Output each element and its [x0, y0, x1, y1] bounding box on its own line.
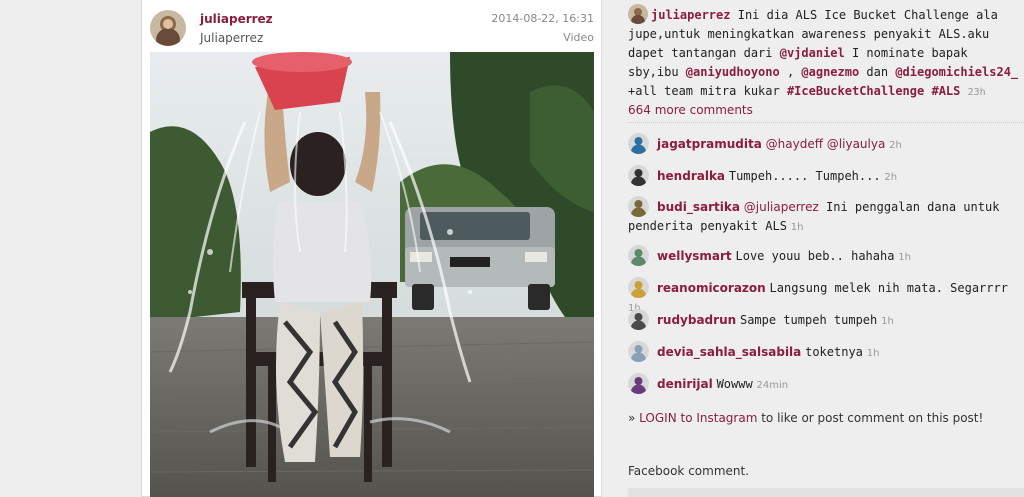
- avatar[interactable]: [628, 309, 649, 330]
- caption-time: 23h: [967, 87, 986, 98]
- mention-link[interactable]: @juliaperrez: [744, 200, 819, 214]
- post-video[interactable]: [150, 52, 594, 497]
- mention-link[interactable]: @diegomichiels24_: [895, 65, 1018, 79]
- avatar[interactable]: [628, 196, 649, 217]
- mention-link[interactable]: @haydeff @liyaulya: [766, 137, 886, 151]
- caption-text: +all team mitra kukar: [628, 84, 787, 98]
- divider: [628, 122, 1024, 123]
- comment-text: Wowww: [716, 377, 753, 391]
- comment-text: toketnya: [805, 345, 863, 359]
- facebook-comment-label: Facebook comment.: [628, 464, 750, 478]
- caption-text: ,: [779, 65, 802, 79]
- comment-time: 2h: [889, 140, 902, 151]
- post-username[interactable]: juliaperrez: [200, 12, 273, 26]
- login-prefix: »: [628, 411, 640, 425]
- login-link[interactable]: LOGIN to Instagram: [639, 411, 757, 425]
- login-prompt: » LOGIN to Instagram to like or post com…: [628, 411, 983, 425]
- comment-username[interactable]: denirijal: [657, 377, 713, 391]
- avatar[interactable]: [628, 165, 649, 186]
- comment-text: Love youu beb.. hahaha: [735, 249, 895, 263]
- comment-text: Tumpeh..... Tumpeh...: [728, 169, 881, 183]
- post-fullname: Juliaperrez: [200, 31, 264, 45]
- avatar[interactable]: [628, 4, 648, 24]
- comments-panel: juliaperrez Ini dia ALS Ice Bucket Chall…: [620, 0, 1024, 497]
- comment-username[interactable]: reanomicorazon: [657, 281, 766, 295]
- list-item: hendralka Tumpeh..... Tumpeh... 2h: [628, 165, 1024, 187]
- facebook-comment-box[interactable]: [628, 488, 1024, 497]
- comment-username[interactable]: devia_sahla_salsabila: [657, 345, 801, 359]
- avatar[interactable]: [150, 10, 186, 46]
- list-item: denirijal Wowww 24min: [628, 373, 1024, 395]
- avatar[interactable]: [628, 373, 649, 394]
- list-item: budi_sartika @juliaperrez Ini penggalan …: [628, 196, 1024, 237]
- list-item: devia_sahla_salsabila toketnya 1h: [628, 341, 1024, 363]
- list-item: jagatpramudita @haydeff @liyaulya 2h: [628, 133, 1024, 155]
- list-item: rudybadrun Sampe tumpeh tumpeh 1h: [628, 309, 1024, 331]
- hashtag-link[interactable]: #ALS: [931, 84, 960, 98]
- post-date: 2014-08-22, 16:31: [491, 12, 594, 25]
- avatar[interactable]: [628, 277, 649, 298]
- login-suffix: to like or post comment on this post!: [757, 411, 984, 425]
- hashtag-link[interactable]: #IceBucketChallenge: [787, 84, 924, 98]
- mention-link[interactable]: @vjdaniel: [780, 46, 845, 60]
- caption-text: dan: [859, 65, 896, 79]
- comment-username[interactable]: wellysmart: [657, 249, 732, 263]
- comment-text: Langsung melek nih mata. Segarrrr: [769, 281, 1008, 295]
- more-comments-link[interactable]: 664 more comments: [628, 103, 753, 117]
- comment-username[interactable]: budi_sartika: [657, 200, 740, 214]
- list-item: wellysmart Love youu beb.. hahaha 1h: [628, 245, 1024, 267]
- comment-text: Sampe tumpeh tumpeh: [739, 313, 878, 327]
- mention-link[interactable]: @agnezmo: [801, 65, 859, 79]
- comment-username[interactable]: jagatpramudita: [657, 137, 762, 151]
- comment-time: 24min: [756, 380, 789, 391]
- post-card: juliaperrez Juliaperrez 2014-08-22, 16:3…: [141, 0, 602, 497]
- avatar[interactable]: [628, 341, 649, 362]
- media-type-label: Video: [563, 31, 594, 44]
- avatar[interactable]: [628, 133, 649, 154]
- comment-time: 1h: [898, 252, 911, 263]
- mention-link[interactable]: @aniyudhoyono: [686, 65, 780, 79]
- comment-time: 1h: [881, 316, 894, 327]
- comment-username[interactable]: hendralka: [657, 169, 725, 183]
- comment-username[interactable]: rudybadrun: [657, 313, 736, 327]
- comment-time: 1h: [866, 348, 880, 359]
- post-caption: juliaperrez Ini dia ALS Ice Bucket Chall…: [628, 4, 1024, 102]
- caption-username[interactable]: juliaperrez: [651, 8, 730, 22]
- post-header: juliaperrez Juliaperrez 2014-08-22, 16:3…: [150, 10, 594, 48]
- comment-time: 2h: [884, 172, 898, 183]
- comment-time: 1h: [790, 222, 804, 233]
- avatar[interactable]: [628, 245, 649, 266]
